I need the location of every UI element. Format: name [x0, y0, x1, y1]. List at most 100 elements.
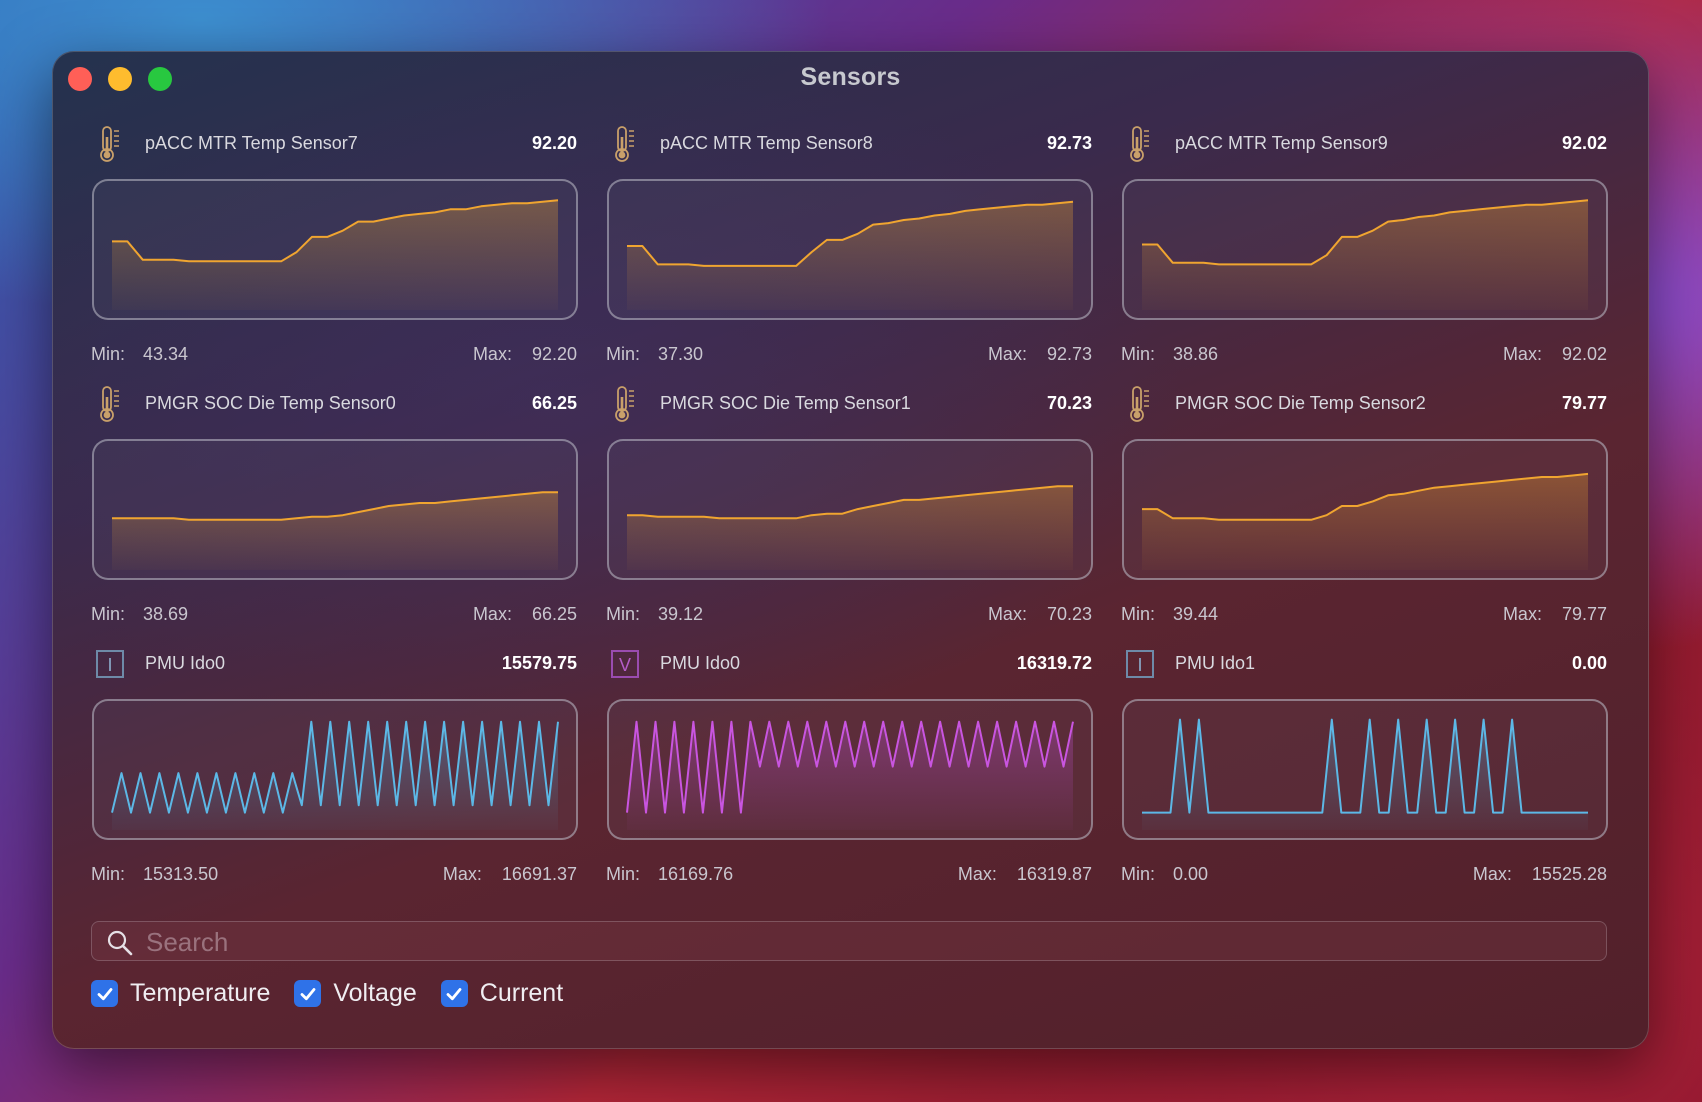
sensor-chart-area: [112, 492, 558, 570]
sensor-card: pACC MTR Temp Sensor7 92.20 Min: 43.34 Max: 9…: [91, 121, 578, 381]
min-value: 38.69: [143, 604, 189, 624]
sensor-chart-svg: [1142, 718, 1588, 830]
min-label: Min:: [91, 864, 126, 884]
min-label: Min:: [606, 604, 641, 624]
checkmark-icon: [97, 987, 112, 1000]
max-value: 15525.28: [1531, 864, 1607, 884]
max-label: Max:: [987, 344, 1027, 364]
sensor-chart: [1122, 179, 1608, 320]
sensor-value: 92.73: [1046, 133, 1092, 153]
max-label: Max:: [1502, 604, 1542, 624]
sensor-chart: [1122, 439, 1608, 580]
max-value: 92.02: [1561, 344, 1607, 364]
sensor-card: V PMU Ido0 16319.72 Min: 16169.76 Max: 16319.8…: [606, 641, 1093, 901]
sensor-value: 70.23: [1046, 393, 1092, 413]
icon-letter: I: [1126, 650, 1154, 678]
sensor-chart: [92, 179, 578, 320]
checkbox-current[interactable]: [440, 980, 468, 1007]
thermometer-icon: [1121, 126, 1159, 162]
sensor-chart-svg: [112, 199, 559, 310]
min-value: 16169.76: [658, 864, 734, 884]
min-readout: Min: 38.86: [1121, 344, 1218, 365]
min-label: Min:: [606, 864, 641, 884]
max-readout: Max: 16691.37: [443, 864, 577, 885]
sensor-card: PMGR SOC Die Temp Sensor1 70.23 Min: 39.12 M…: [606, 381, 1093, 641]
max-value: 92.73: [1046, 344, 1092, 364]
sensor-name: PMU Ido0: [145, 653, 226, 673]
max-value: 92.20: [531, 344, 577, 364]
min-readout: Min: 43.34: [91, 344, 188, 365]
sensor-name: pACC MTR Temp Sensor8: [660, 133, 873, 153]
sensor-header: PMGR SOC Die Temp Sensor1 70.23: [606, 381, 1092, 425]
max-readout: Max: 92.73: [988, 344, 1092, 365]
max-value: 70.23: [1046, 604, 1092, 624]
min-value: 39.12: [658, 604, 704, 624]
sensor-header: I PMU Ido0 15579.75: [91, 641, 577, 685]
sensor-card: PMGR SOC Die Temp Sensor2 79.77 Min: 39.44 M…: [1121, 381, 1608, 641]
filter-temperature[interactable]: Temperature: [91, 979, 270, 1008]
sensor-value: 16319.72: [1016, 653, 1092, 673]
sensors-window: Sensors pACC MTR Temp Sensor7 92.20 Min: 43…: [52, 51, 1649, 1049]
voltage-icon: V: [606, 646, 644, 682]
search-input[interactable]: [144, 924, 1588, 960]
sensor-chart: [92, 439, 578, 580]
min-value: 15313.50: [143, 864, 219, 884]
icon-letter: I: [96, 650, 124, 678]
sensor-header: PMGR SOC Die Temp Sensor2 79.77: [1121, 381, 1607, 425]
sensor-value: 92.02: [1561, 133, 1607, 153]
filter-current[interactable]: Current: [440, 979, 564, 1008]
sensor-name: pACC MTR Temp Sensor7: [145, 133, 358, 153]
max-readout: Max: 70.23: [988, 604, 1092, 625]
max-label: Max:: [472, 344, 512, 364]
checkbox-voltage[interactable]: [294, 980, 322, 1007]
sensor-value: 79.77: [1561, 393, 1607, 413]
current-icon: I: [1121, 646, 1159, 682]
sensor-chart-svg: [626, 720, 1074, 830]
max-readout: Max: 92.02: [1503, 344, 1607, 365]
max-value: 66.25: [531, 604, 577, 624]
sensor-value: 0.00: [1571, 653, 1607, 673]
sensor-name: PMGR SOC Die Temp Sensor1: [660, 393, 911, 413]
sensor-chart-svg: [1142, 199, 1589, 310]
sensor-chart-area: [1142, 200, 1588, 310]
sensor-value: 66.25: [531, 393, 577, 413]
sensor-chart-area: [112, 200, 558, 310]
sensor-card: I PMU Ido1 0.00 Min: 0.00 Max: 15525.28: [1121, 641, 1608, 901]
sensor-header: pACC MTR Temp Sensor8 92.73: [606, 121, 1092, 165]
sensor-card: pACC MTR Temp Sensor8 92.73 Min: 37.30 Max: 9…: [606, 121, 1093, 381]
max-label: Max:: [1472, 864, 1512, 884]
sensor-chart: [607, 179, 1093, 320]
max-label: Max:: [1502, 344, 1542, 364]
sensor-chart: [92, 699, 578, 840]
max-label: Max:: [442, 864, 482, 884]
thermometer-icon: [1121, 386, 1159, 422]
max-readout: Max: 15525.28: [1473, 864, 1607, 885]
sensor-chart: [607, 439, 1093, 580]
sensor-chart-svg: [627, 200, 1074, 310]
sensor-chart-svg: [627, 485, 1073, 570]
thermometer-icon: [91, 386, 129, 422]
min-value: 0.00: [1173, 864, 1209, 884]
filter-checkboxes: Temperature Voltage Current: [91, 979, 563, 1008]
sensor-chart-area: [627, 486, 1073, 570]
checkmark-icon: [446, 987, 462, 1000]
min-label: Min:: [91, 344, 126, 364]
filter-label: Current: [479, 979, 564, 1007]
filter-label: Voltage: [333, 979, 417, 1007]
sensor-grid: pACC MTR Temp Sensor7 92.20 Min: 43.34 Max: 9…: [91, 121, 1609, 901]
max-label: Max:: [957, 864, 997, 884]
filter-voltage[interactable]: Voltage: [294, 979, 417, 1008]
max-value: 16691.37: [501, 864, 577, 884]
sensor-header: PMGR SOC Die Temp Sensor0 66.25: [91, 381, 577, 425]
min-readout: Min: 16169.76: [606, 864, 733, 885]
min-readout: Min: 37.30: [606, 344, 703, 365]
search-icon: [107, 930, 133, 956]
filter-label: Temperature: [130, 979, 271, 1007]
checkbox-temperature[interactable]: [91, 980, 118, 1007]
min-value: 39.44: [1173, 604, 1219, 624]
sensor-name: PMGR SOC Die Temp Sensor0: [145, 393, 396, 413]
sensor-card: PMGR SOC Die Temp Sensor0 66.25 Min: 38.69 M…: [91, 381, 578, 641]
sensor-value: 92.20: [531, 133, 577, 153]
sensor-header: V PMU Ido0 16319.72: [606, 641, 1092, 685]
search-field[interactable]: [91, 921, 1607, 961]
